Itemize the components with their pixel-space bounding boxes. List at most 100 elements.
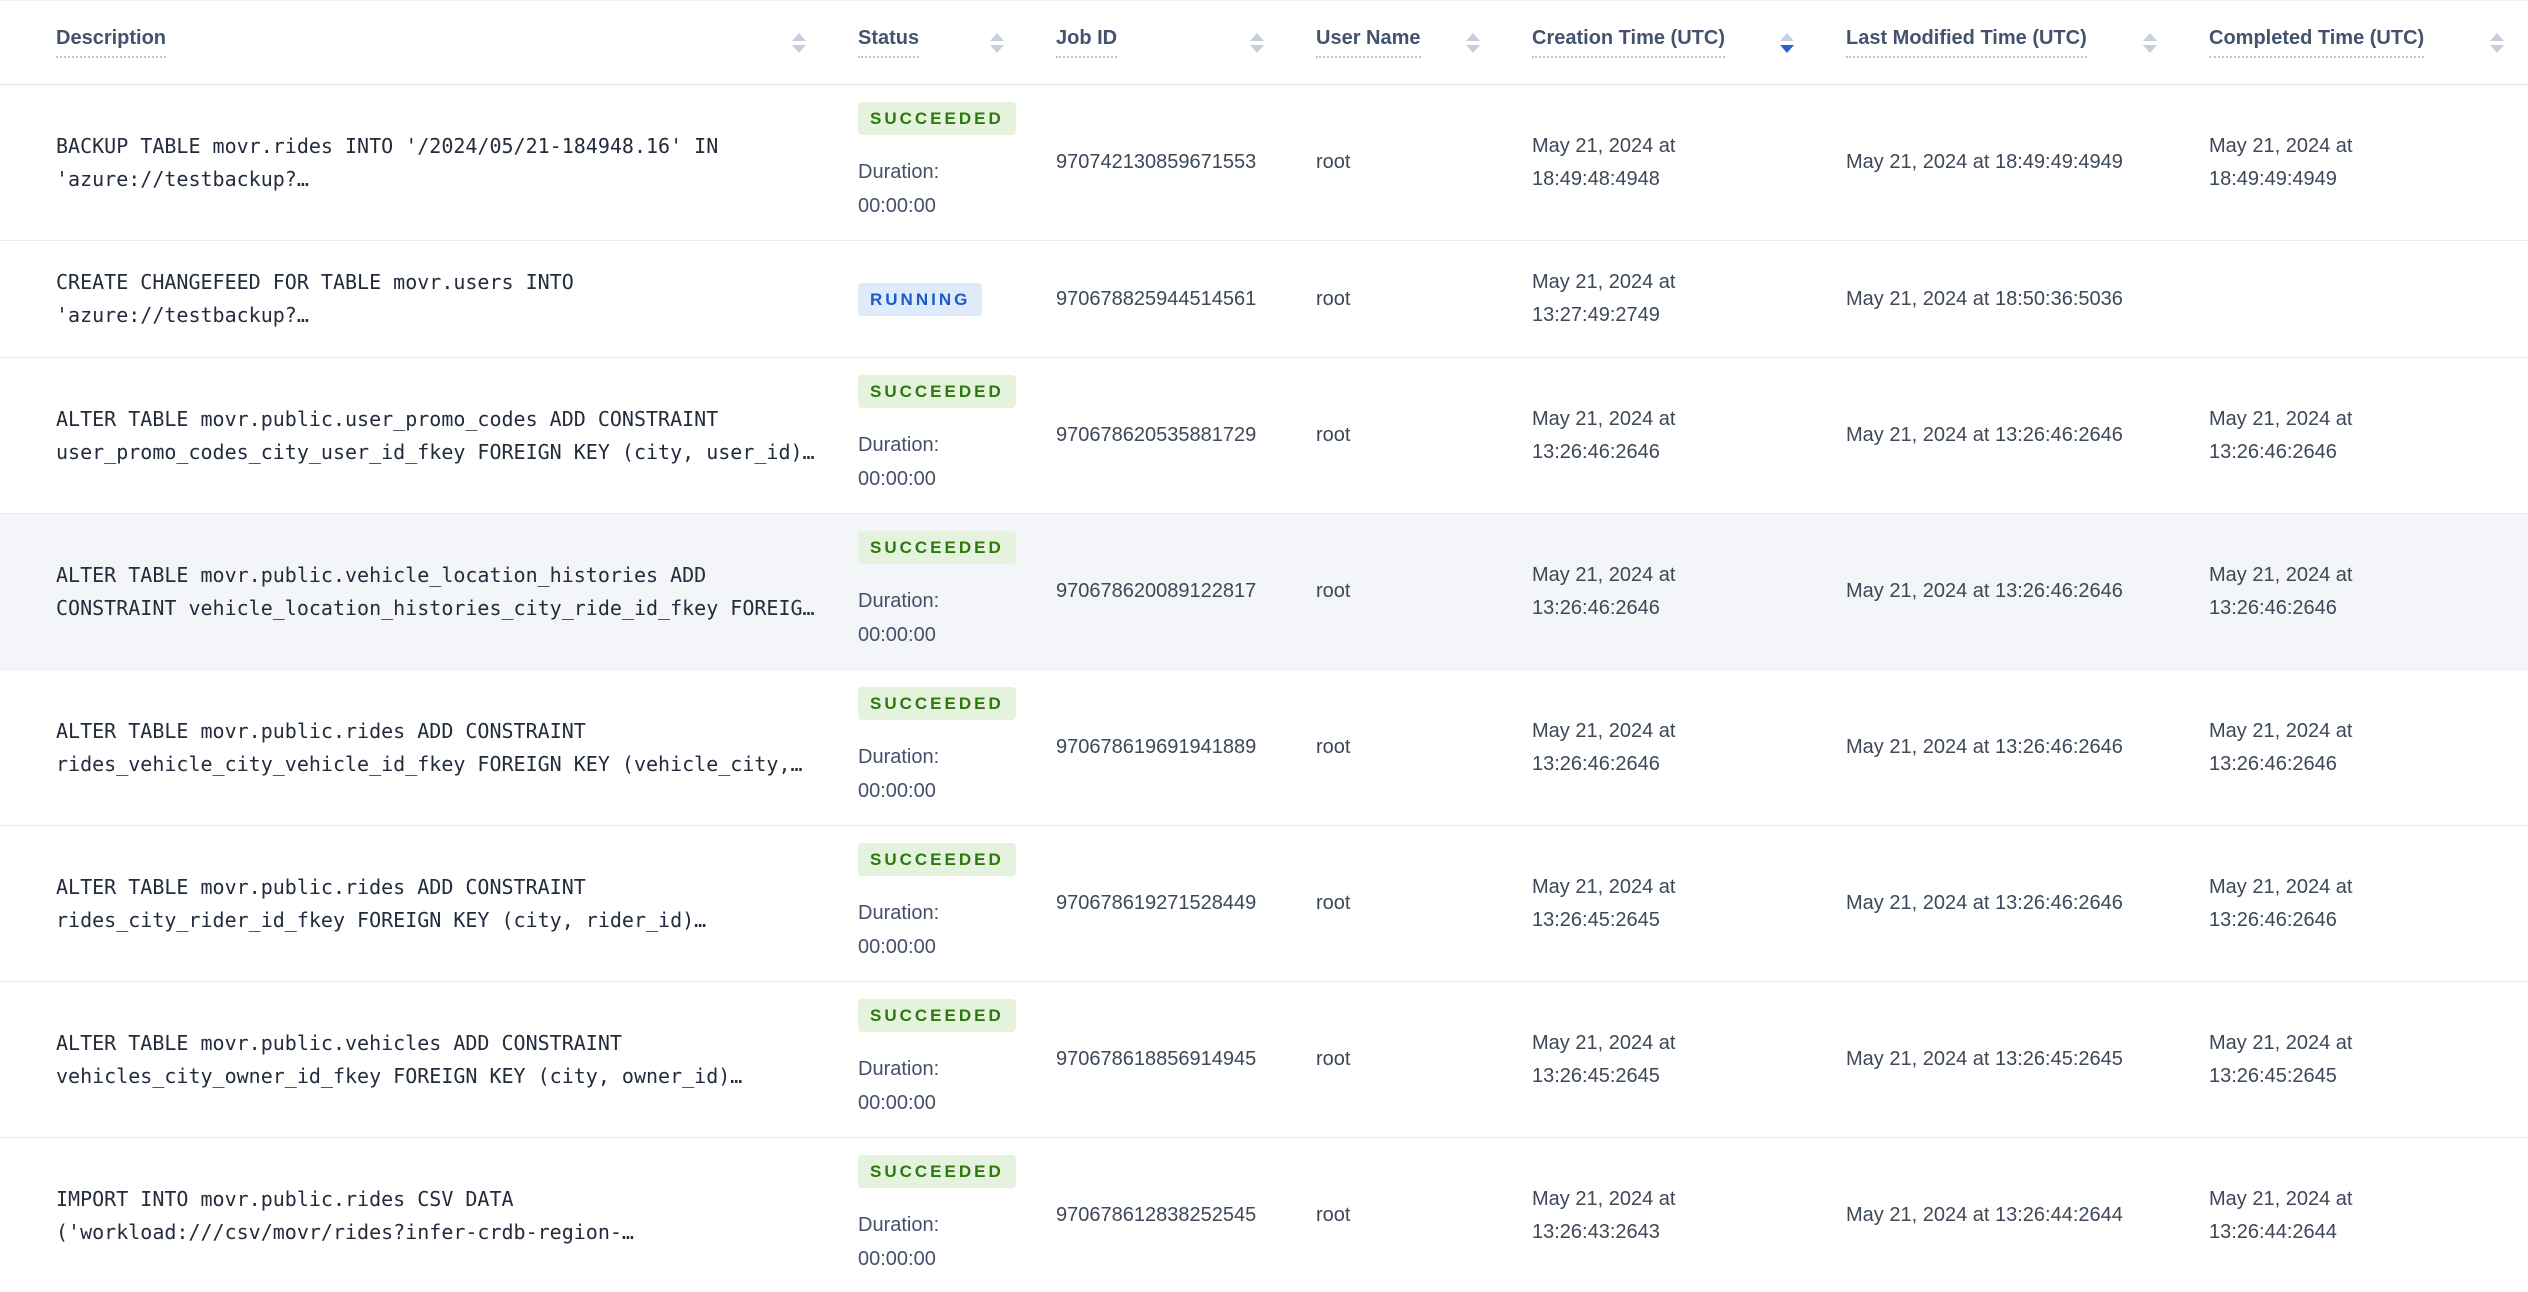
- status-badge: SUCCEEDED: [858, 999, 1016, 1032]
- user-name: root: [1316, 424, 1351, 446]
- last-modified-time: May 21, 2024 at 13:26:46:2646: [1846, 731, 2157, 764]
- table-row[interactable]: BACKUP TABLE movr.rides INTO '/2024/05/2…: [0, 85, 2528, 241]
- table-row[interactable]: CREATE CHANGEFEED FOR TABLE movr.users I…: [0, 241, 2528, 358]
- sort-icon: [990, 32, 1004, 53]
- last-modified-time: May 21, 2024 at 18:49:49:4949: [1846, 146, 2157, 179]
- description-line: 'azure://testbackup?…: [56, 303, 309, 327]
- user-name: root: [1316, 287, 1351, 310]
- timestamp-line: May 21, 2024 at: [2209, 1031, 2353, 1054]
- creation-time-cell: May 21, 2024 at 13:26:46:2646: [1504, 514, 1818, 670]
- completed-time: May 21, 2024 at 13:26:46:2646: [2209, 715, 2504, 781]
- status-badge: SUCCEEDED: [858, 687, 1016, 720]
- last-modified-time: May 21, 2024 at 18:50:36:5036: [1846, 283, 2157, 316]
- column-header-description[interactable]: Description: [0, 0, 830, 85]
- completed-time-cell: May 21, 2024 at 13:26:45:2645: [2181, 982, 2528, 1138]
- sort-icon: [2490, 32, 2504, 53]
- description-line: ALTER TABLE movr.public.user_promo_codes…: [56, 406, 719, 431]
- timestamp-line: May 21, 2024 at: [1532, 134, 1676, 157]
- user-name-cell: root: [1288, 670, 1504, 826]
- status-cell: SUCCEEDED Duration: 00:00:00: [830, 826, 1028, 982]
- last-modified-time: May 21, 2024 at 13:26:44:2644: [1846, 1199, 2157, 1232]
- timestamp-line: May 21, 2024 at: [2209, 1187, 2353, 1210]
- sort-arrow-up-icon: [792, 32, 806, 41]
- completed-time-cell: May 21, 2024 at 13:26:46:2646: [2181, 670, 2528, 826]
- column-label: Completed Time (UTC): [2209, 27, 2425, 58]
- description-line: vehicles_city_owner_id_fkey FOREIGN KEY …: [56, 1063, 743, 1088]
- sort-icon: [1780, 32, 1794, 53]
- user-name: root: [1316, 892, 1351, 914]
- sort-arrow-up-icon: [2490, 32, 2504, 41]
- job-description-link[interactable]: ALTER TABLE movr.public.rides ADD CONSTR…: [56, 715, 830, 781]
- job-description-cell: ALTER TABLE movr.public.rides ADD CONSTR…: [0, 826, 830, 982]
- job-id-cell: 970742130859671553: [1028, 85, 1288, 241]
- table-row[interactable]: IMPORT INTO movr.public.rides CSV DATA ('…: [0, 1138, 2528, 1292]
- sort-arrow-down-icon: [2143, 44, 2157, 53]
- table-row[interactable]: ALTER TABLE movr.public.vehicle_location…: [0, 513, 2528, 670]
- description-line: CONSTRAINT vehicle_location_histories_ci…: [56, 595, 815, 620]
- column-header-user-name[interactable]: User Name: [1288, 0, 1504, 85]
- table-row[interactable]: ALTER TABLE movr.public.rides ADD CONSTR…: [0, 826, 2528, 982]
- column-header-status[interactable]: Status: [830, 0, 1028, 85]
- timestamp-line: May 21, 2024 at 13:26:46:2646: [1846, 580, 2123, 602]
- status-badge: SUCCEEDED: [858, 1155, 1016, 1188]
- creation-time: May 21, 2024 at 13:26:46:2646: [1532, 559, 1794, 625]
- job-description-link[interactable]: ALTER TABLE movr.public.vehicle_location…: [56, 559, 830, 625]
- timestamp-line: 13:26:46:2646: [2209, 440, 2337, 463]
- user-name-cell: root: [1288, 358, 1504, 514]
- column-header-completed-time-utc[interactable]: Completed Time (UTC): [2181, 0, 2528, 85]
- creation-time-cell: May 21, 2024 at 13:26:45:2645: [1504, 826, 1818, 982]
- completed-time-cell: May 21, 2024 at 13:26:44:2644: [2181, 1138, 2528, 1292]
- job-id: 970678620089122817: [1056, 580, 1257, 602]
- last-modified-time-cell: May 21, 2024 at 18:49:49:4949: [1818, 85, 2181, 241]
- description-line: rides_city_rider_id_fkey FOREIGN KEY (ci…: [56, 907, 707, 932]
- sort-arrow-up-icon: [1250, 32, 1264, 41]
- job-description-link[interactable]: IMPORT INTO movr.public.rides CSV DATA ('…: [56, 1183, 830, 1249]
- table-row[interactable]: ALTER TABLE movr.public.rides ADD CONSTR…: [0, 670, 2528, 826]
- description-line: CREATE CHANGEFEED FOR TABLE movr.users I…: [56, 270, 574, 294]
- creation-time: May 21, 2024 at 13:26:45:2645: [1532, 871, 1794, 937]
- completed-time-cell: May 21, 2024 at 13:26:46:2646: [2181, 358, 2528, 514]
- description-line: user_promo_codes_city_user_id_fkey FOREI…: [56, 439, 815, 464]
- last-modified-time: May 21, 2024 at 13:26:45:2645: [1846, 1043, 2157, 1076]
- job-id: 970678825944514561: [1056, 287, 1257, 310]
- duration-label: Duration:: [858, 902, 940, 924]
- jobs-table-header: Description Status Job ID User Name Creation…: [0, 0, 2528, 85]
- job-description-link[interactable]: CREATE CHANGEFEED FOR TABLE movr.users I…: [56, 266, 830, 332]
- description-line: BACKUP TABLE movr.rides INTO '/2024/05/2…: [56, 133, 719, 158]
- timestamp-line: 13:26:46:2646: [2209, 752, 2337, 775]
- completed-time: May 21, 2024 at 13:26:46:2646: [2209, 871, 2504, 937]
- job-description-link[interactable]: ALTER TABLE movr.public.rides ADD CONSTR…: [56, 871, 830, 937]
- job-description-link[interactable]: BACKUP TABLE movr.rides INTO '/2024/05/2…: [56, 130, 830, 196]
- timestamp-line: May 21, 2024 at: [2209, 563, 2353, 586]
- user-name: root: [1316, 151, 1351, 173]
- timestamp-line: 13:26:46:2646: [1532, 596, 1660, 619]
- job-description-cell: BACKUP TABLE movr.rides INTO '/2024/05/2…: [0, 85, 830, 241]
- description-line: ALTER TABLE movr.public.rides ADD CONSTR…: [56, 718, 586, 743]
- status-cell: SUCCEEDED Duration: 00:00:00: [830, 982, 1028, 1138]
- job-description-link[interactable]: ALTER TABLE movr.public.user_promo_codes…: [56, 403, 830, 469]
- completed-time-cell: [2181, 241, 2528, 358]
- description-line: 'azure://testbackup?…: [56, 166, 309, 191]
- description-line: ALTER TABLE movr.public.rides ADD CONSTR…: [56, 874, 586, 899]
- timestamp-line: May 21, 2024 at: [1532, 1031, 1676, 1054]
- timestamp-line: May 21, 2024 at: [1532, 563, 1676, 586]
- column-header-job-id[interactable]: Job ID: [1028, 0, 1288, 85]
- user-name-cell: root: [1288, 1138, 1504, 1292]
- table-row[interactable]: ALTER TABLE movr.public.user_promo_codes…: [0, 358, 2528, 514]
- creation-time: May 21, 2024 at 13:27:49:2749: [1532, 266, 1794, 332]
- sort-icon: [2143, 32, 2157, 53]
- job-description-link[interactable]: ALTER TABLE movr.public.vehicles ADD CON…: [56, 1027, 830, 1093]
- timestamp-line: May 21, 2024 at 13:26:45:2645: [1846, 1048, 2123, 1070]
- duration-value: 00:00:00: [858, 780, 936, 802]
- status-badge: SUCCEEDED: [858, 531, 1016, 564]
- user-name-cell: root: [1288, 85, 1504, 241]
- sort-arrow-down-icon: [990, 44, 1004, 53]
- column-header-last-modified-time-utc[interactable]: Last Modified Time (UTC): [1818, 0, 2181, 85]
- completed-time: May 21, 2024 at 18:49:49:4949: [2209, 130, 2504, 196]
- column-header-creation-time-utc[interactable]: Creation Time (UTC): [1504, 0, 1818, 85]
- table-row[interactable]: ALTER TABLE movr.public.vehicles ADD CON…: [0, 982, 2528, 1138]
- creation-time-cell: May 21, 2024 at 13:26:46:2646: [1504, 670, 1818, 826]
- job-description-cell: ALTER TABLE movr.public.rides ADD CONSTR…: [0, 670, 830, 826]
- sort-icon: [1466, 32, 1480, 53]
- user-name: root: [1316, 1048, 1351, 1070]
